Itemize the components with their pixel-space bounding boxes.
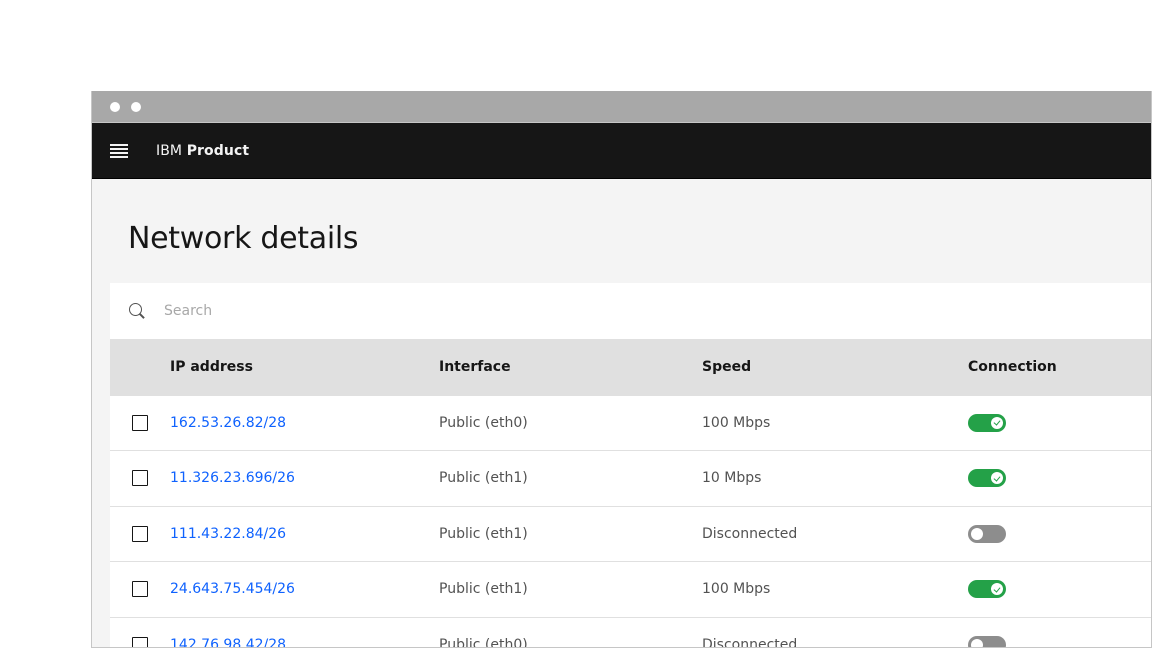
table-row: 162.53.26.82/28 Public (eth0) 100 Mbps (110, 395, 1151, 451)
connection-toggle[interactable] (968, 636, 1006, 647)
interface-cell: Public (eth1) (439, 581, 528, 598)
network-table: IP address Interface Speed Connection 16… (110, 339, 1151, 648)
header-connection[interactable]: Connection (968, 339, 1151, 395)
speed-cell: 100 Mbps (702, 581, 771, 598)
browser-window: IBM Product Network details IP address I… (91, 91, 1152, 648)
speed-cell: 10 Mbps (702, 470, 762, 487)
toggle-knob (971, 639, 983, 647)
toggle-knob (991, 416, 1003, 429)
ip-address-link[interactable]: 142.76.98.42/28 (170, 637, 286, 647)
connection-toggle[interactable] (968, 469, 1006, 488)
connection-cell (968, 451, 1151, 507)
row-checkbox[interactable] (132, 581, 148, 598)
connection-toggle[interactable] (968, 413, 1006, 432)
app-header: IBM Product (92, 123, 1151, 179)
connection-toggle[interactable] (968, 524, 1006, 543)
main-content: Network details IP address Interface Spe… (92, 179, 1151, 648)
select-cell (110, 506, 170, 562)
interface-cell: Public (eth1) (439, 470, 528, 487)
speed-cell: Disconnected (702, 525, 798, 542)
table-row: 142.76.98.42/28 Public (eth0) Disconnected (110, 617, 1151, 648)
ip-address-link[interactable]: 24.643.75.454/26 (170, 581, 295, 597)
toggle-knob (991, 472, 1003, 485)
search-input[interactable] (164, 303, 764, 319)
table-row: 11.326.23.696/26 Public (eth1) 10 Mbps (110, 450, 1151, 507)
interface-cell: Public (eth1) (439, 525, 528, 542)
window-dot-icon (110, 102, 120, 112)
ip-cell: 24.643.75.454/26 (170, 562, 439, 618)
window-dot-icon (131, 102, 141, 112)
table-row: 111.43.22.84/26 Public (eth1) Disconnected (110, 506, 1151, 562)
select-cell (110, 617, 170, 647)
row-checkbox[interactable] (132, 470, 148, 487)
app-brand[interactable]: IBM Product (156, 143, 249, 159)
brand-prefix: IBM (156, 142, 183, 159)
row-checkbox[interactable] (132, 525, 148, 542)
checkmark-icon (993, 585, 1000, 593)
data-table: IP address Interface Speed Connection 16… (110, 283, 1151, 648)
connection-toggle[interactable] (968, 580, 1006, 599)
row-checkbox[interactable] (132, 637, 148, 647)
table-header-row: IP address Interface Speed Connection (110, 339, 1151, 395)
select-cell (110, 451, 170, 507)
page-title: Network details (128, 221, 359, 256)
checkmark-icon (993, 418, 1000, 426)
select-cell (110, 562, 170, 618)
connection-cell (968, 562, 1151, 618)
select-cell (110, 395, 170, 451)
connection-cell (968, 506, 1151, 562)
ip-cell: 162.53.26.82/28 (170, 395, 439, 451)
header-ip-address[interactable]: IP address (170, 339, 439, 395)
header-speed[interactable]: Speed (702, 339, 968, 395)
connection-cell (968, 617, 1151, 647)
ip-cell: 11.326.23.696/26 (170, 451, 439, 507)
ip-address-link[interactable]: 11.326.23.696/26 (170, 470, 295, 486)
row-checkbox[interactable] (132, 414, 148, 431)
header-select (110, 339, 170, 395)
menu-button[interactable] (92, 123, 146, 179)
header-interface[interactable]: Interface (439, 339, 702, 395)
ip-cell: 142.76.98.42/28 (170, 617, 439, 647)
window-titlebar (92, 91, 1151, 123)
search-icon (128, 302, 146, 320)
connection-cell (968, 395, 1151, 451)
interface-cell: Public (eth0) (439, 637, 528, 648)
hamburger-menu-icon (110, 143, 128, 158)
table-search (110, 283, 1151, 339)
toggle-knob (971, 527, 983, 540)
brand-name: Product (186, 142, 250, 159)
table-row: 24.643.75.454/26 Public (eth1) 100 Mbps (110, 561, 1151, 618)
speed-cell: Disconnected (702, 637, 798, 648)
toggle-knob (991, 583, 1003, 596)
ip-address-link[interactable]: 162.53.26.82/28 (170, 415, 286, 431)
ip-address-link[interactable]: 111.43.22.84/26 (170, 526, 286, 542)
interface-cell: Public (eth0) (439, 414, 528, 431)
speed-cell: 100 Mbps (702, 414, 771, 431)
checkmark-icon (993, 474, 1000, 482)
ip-cell: 111.43.22.84/26 (170, 506, 439, 562)
